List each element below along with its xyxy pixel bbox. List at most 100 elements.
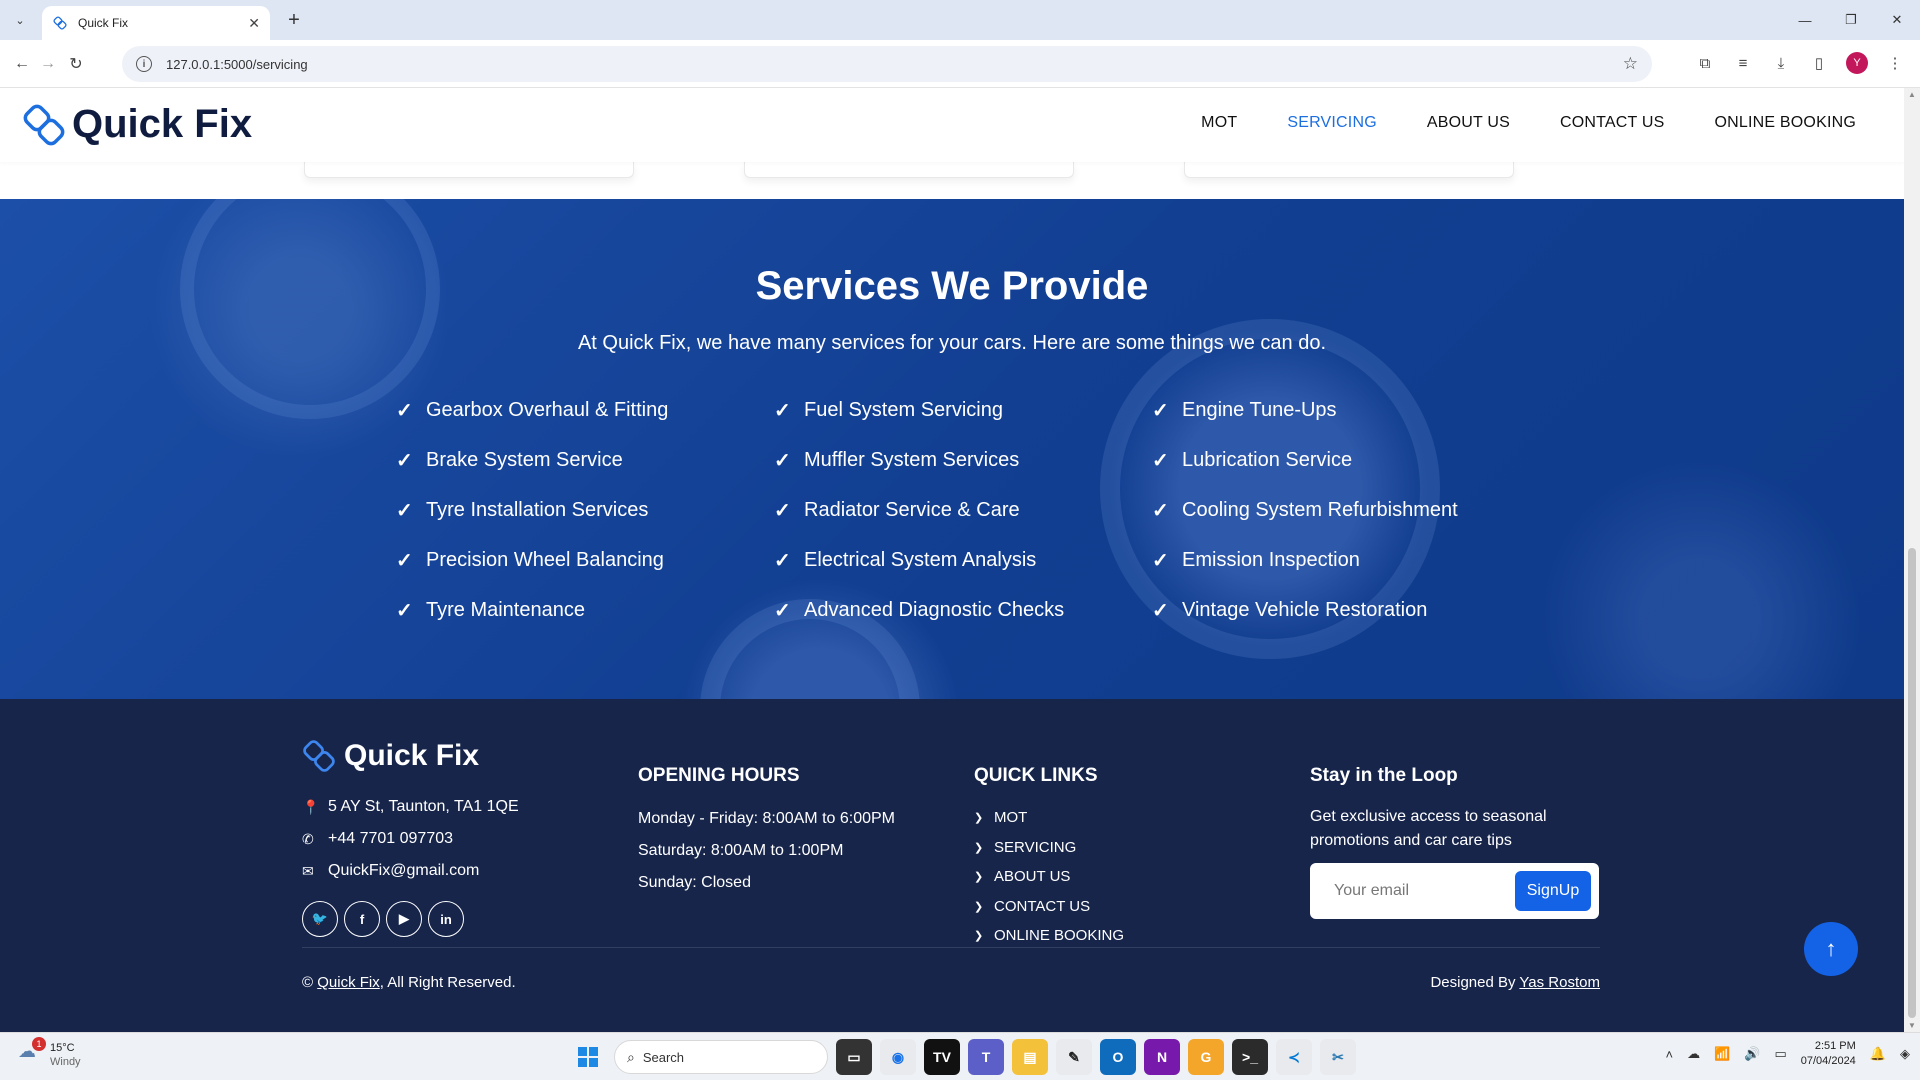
nav-online-booking[interactable]: ONLINE BOOKING <box>1715 114 1857 132</box>
youtube-icon[interactable]: ▶ <box>386 901 422 937</box>
os-taskbar: ☁ 1 15°C Windy ⌕ Search ▭ ◉ TV T ▤ ✎ O N G… <box>0 1032 1920 1080</box>
snipping-tool-icon[interactable]: ✂ <box>1320 1039 1356 1075</box>
services-title: Services We Provide <box>755 264 1149 308</box>
service-item: ✓ Cooling System Refurbishment <box>1152 498 1458 522</box>
site-logo[interactable]: Quick Fix <box>22 102 252 147</box>
side-panel-icon[interactable]: ▯ <box>1808 52 1830 74</box>
forward-icon[interactable]: → <box>36 52 60 76</box>
tab-search-chevron-icon[interactable]: ⌄ <box>8 8 32 32</box>
designer-link[interactable]: Yas Rostom <box>1519 974 1600 991</box>
check-icon: ✓ <box>396 449 413 472</box>
scroll-down-icon[interactable]: ▼ <box>1908 1021 1916 1030</box>
restore-icon[interactable]: ❐ <box>1828 0 1874 40</box>
wifi-icon[interactable]: 📶 <box>1714 1046 1730 1062</box>
service-item: ✓ Radiator Service & Care <box>774 498 1020 522</box>
service-item: ✓ Brake System Service <box>396 448 623 472</box>
quick-link-servicing[interactable]: ❯ SERVICING <box>974 833 1124 863</box>
extensions-icon[interactable]: ⧉ <box>1694 52 1716 74</box>
terminal-icon[interactable]: >_ <box>1232 1039 1268 1075</box>
system-tray: ˄ ☁ 📶 🔊 ▭ 2:51 PM 07/04/2024 🔔 ◈ <box>1665 1039 1910 1069</box>
reading-list-icon[interactable]: ≡ <box>1732 52 1754 74</box>
windows-start-icon[interactable] <box>570 1039 606 1075</box>
copilot-icon[interactable]: ◈ <box>1900 1046 1910 1062</box>
quick-link-contact-us[interactable]: ❯ CONTACT US <box>974 892 1124 922</box>
twitter-icon[interactable]: 🐦 <box>302 901 338 937</box>
profile-avatar[interactable]: Y <box>1846 52 1868 74</box>
site-footer: Quick Fix 📍 5 AY St, Taunton, TA1 1QE ✆ +4… <box>0 699 1904 1032</box>
page-scrollbar[interactable]: ▲ ▼ <box>1904 88 1920 1032</box>
service-item: ✓ Advanced Diagnostic Checks <box>774 598 1065 622</box>
outlook-icon[interactable]: O <box>1100 1039 1136 1075</box>
nav-contact-us[interactable]: CONTACT US <box>1560 114 1665 132</box>
clock[interactable]: 2:51 PM 07/04/2024 <box>1801 1039 1856 1069</box>
hours-item: Monday - Friday: 8:00AM to 6:00PM <box>638 810 895 827</box>
check-icon: ✓ <box>774 599 791 622</box>
taskbar-search[interactable]: ⌕ Search <box>614 1040 828 1074</box>
scroll-up-icon[interactable]: ▲ <box>1908 90 1916 99</box>
scrollbar-thumb[interactable] <box>1908 548 1916 1018</box>
close-window-icon[interactable]: ✕ <box>1874 0 1920 40</box>
address-bar[interactable]: i 127.0.0.1:5000/servicing ☆ <box>122 46 1652 82</box>
service-item: ✓ Tyre Maintenance <box>396 598 585 622</box>
check-icon: ✓ <box>396 549 413 572</box>
envelope-icon: ✉ <box>302 862 314 879</box>
tradingview-icon[interactable]: TV <box>924 1039 960 1075</box>
nav-mot[interactable]: MOT <box>1201 114 1237 132</box>
footer-brand-name: Quick Fix <box>344 739 480 772</box>
site-header: Quick Fix MOT SERVICING ABOUT US CONTACT… <box>0 88 1904 162</box>
onedrive-icon[interactable]: ☁ <box>1687 1046 1700 1062</box>
opening-hours-list: Monday - Friday: 8:00AM to 6:00PM Saturd… <box>638 803 895 899</box>
newsletter-email-input[interactable] <box>1322 873 1512 909</box>
back-icon[interactable]: ← <box>10 52 34 76</box>
newsletter-title: Stay in the Loop <box>1310 765 1458 786</box>
services-column-2: ✓ Fuel System Servicing ✓ Muffler System S… <box>774 385 1144 635</box>
check-icon: ✓ <box>396 599 413 622</box>
file-explorer-icon[interactable]: ▤ <box>1012 1039 1048 1075</box>
notification-badge: 1 <box>32 1037 46 1051</box>
chrome-icon[interactable]: ◉ <box>880 1039 916 1075</box>
git-app-icon[interactable]: G <box>1188 1039 1224 1075</box>
copyright-link[interactable]: Quick Fix <box>317 974 380 991</box>
volume-icon[interactable]: 🔊 <box>1744 1046 1760 1062</box>
browser-tab[interactable]: Quick Fix ✕ <box>42 6 270 40</box>
services-subtitle: At Quick Fix, we have many services for … <box>577 332 1327 354</box>
menu-dots-icon[interactable]: ⋮ <box>1884 52 1906 74</box>
quickfix-logo-icon <box>303 740 335 772</box>
quickfix-favicon-icon <box>53 16 67 30</box>
check-icon: ✓ <box>396 499 413 522</box>
bookmark-star-icon[interactable]: ☆ <box>1623 54 1638 74</box>
close-tab-icon[interactable]: ✕ <box>248 15 260 32</box>
nav-about-us[interactable]: ABOUT US <box>1427 114 1510 132</box>
site-info-icon[interactable]: i <box>136 56 152 72</box>
service-item: ✓ Electrical System Analysis <box>774 548 1037 572</box>
task-view-icon[interactable]: ▭ <box>836 1039 872 1075</box>
check-icon: ✓ <box>1152 549 1169 572</box>
facebook-icon[interactable]: f <box>344 901 380 937</box>
email-row: ✉ QuickFix@gmail.com <box>302 862 480 879</box>
quick-link-about-us[interactable]: ❯ ABOUT US <box>974 862 1124 892</box>
notifications-icon[interactable]: 🔔 <box>1870 1046 1886 1062</box>
copyright: © Quick Fix, All Right Reserved. <box>302 974 516 991</box>
newsletter-form: SignUp <box>1310 863 1599 919</box>
minimize-icon[interactable]: — <box>1782 0 1828 40</box>
check-icon: ✓ <box>774 399 791 422</box>
search-icon: ⌕ <box>627 1048 635 1065</box>
battery-icon[interactable]: ▭ <box>1774 1046 1786 1062</box>
signup-button[interactable]: SignUp <box>1515 871 1591 911</box>
onenote-icon[interactable]: N <box>1144 1039 1180 1075</box>
teams-icon[interactable]: T <box>968 1039 1004 1075</box>
weather-widget[interactable]: ☁ 1 15°C Windy <box>18 1037 81 1069</box>
new-tab-icon[interactable]: + <box>282 8 306 32</box>
chevron-right-icon: ❯ <box>974 900 984 913</box>
chevron-up-icon[interactable]: ˄ <box>1665 1047 1673 1062</box>
vscode-icon[interactable]: ≺ <box>1276 1039 1312 1075</box>
linkedin-icon[interactable]: in <box>428 901 464 937</box>
download-icon[interactable]: ⤓ <box>1770 52 1792 74</box>
quick-link-mot[interactable]: ❯ MOT <box>974 803 1124 833</box>
check-icon: ✓ <box>774 449 791 472</box>
back-to-top-button[interactable]: ↑ <box>1804 922 1858 976</box>
pen-tool-icon[interactable]: ✎ <box>1056 1039 1092 1075</box>
footer-logo[interactable]: Quick Fix <box>302 739 479 773</box>
nav-servicing[interactable]: SERVICING <box>1287 114 1377 132</box>
reload-icon[interactable]: ↻ <box>64 52 88 76</box>
